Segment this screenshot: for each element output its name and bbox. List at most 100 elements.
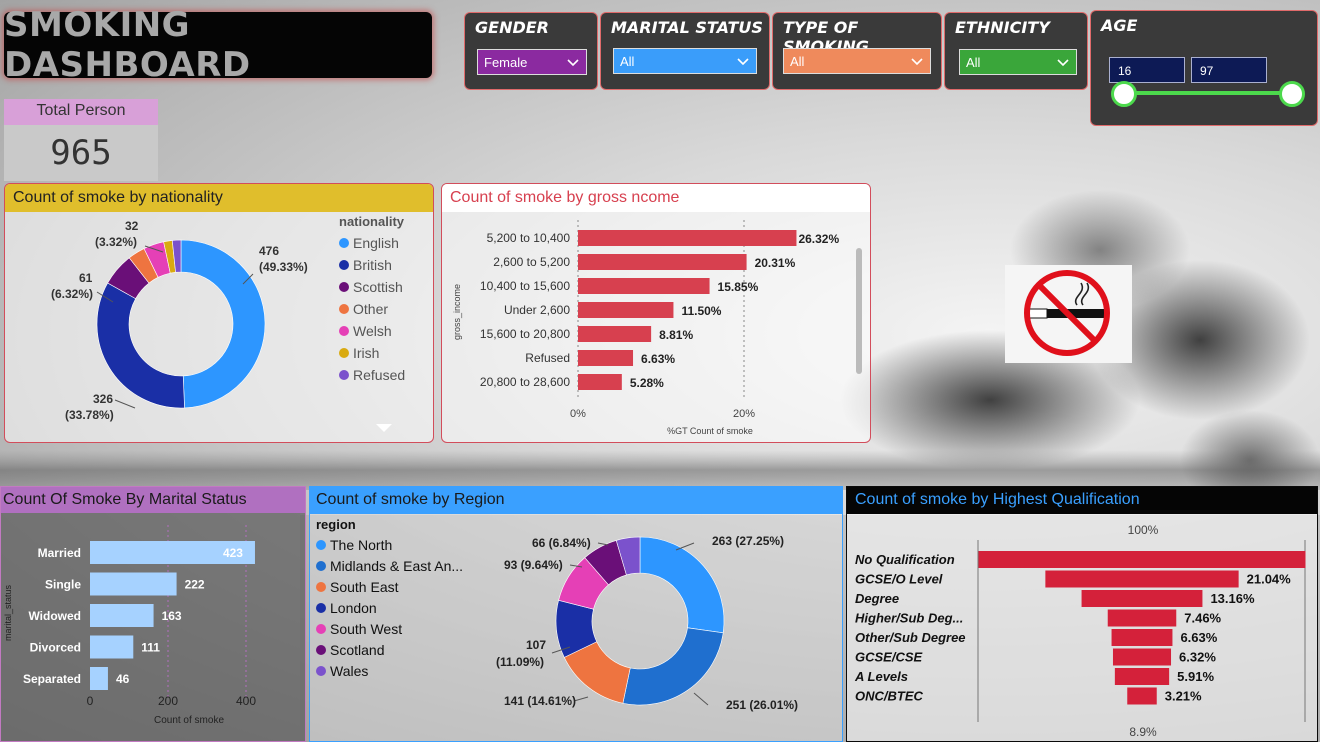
dashboard-title: SMOKING DASHBOARD (4, 5, 251, 85)
ethnicity-dropdown[interactable]: All (959, 49, 1077, 75)
legend-dot-icon (316, 582, 326, 592)
region-label-southeast: 141 (14.61%) (504, 694, 576, 708)
marital-bar-divorced[interactable] (90, 635, 134, 659)
nationality-slice-english[interactable] (180, 239, 266, 409)
marital-value-label: 46 (116, 672, 130, 686)
qualification-bar-gcse-o-level[interactable] (1045, 570, 1239, 588)
qualification-value-label: 6.32% (1179, 650, 1216, 665)
nat-label-other: 32 (125, 219, 139, 233)
income-category-label: 15,600 to 20,800 (480, 327, 570, 341)
income-category-label: 2,600 to 5,200 (493, 255, 570, 269)
region-label-midlands: 251 (26.01%) (726, 698, 798, 712)
income-bar-15-600-to-20-800[interactable] (578, 326, 652, 342)
total-person-value: 965 (4, 125, 158, 181)
smoking-type-dropdown[interactable]: All (783, 48, 931, 74)
income-x-tick-0: 0% (570, 408, 586, 420)
income-category-label: 10,400 to 15,600 (480, 279, 570, 293)
age-slider-min-handle[interactable] (1111, 81, 1137, 107)
qualification-value-label: 7.46% (1184, 611, 1221, 626)
region-legend-item-the-north[interactable]: The North (316, 537, 476, 553)
nationality-legend-title: nationality (339, 214, 405, 229)
marital-bar-widowed[interactable] (90, 604, 154, 627)
nationality-legend-item-refused[interactable]: Refused (339, 367, 431, 383)
nationality-card-header: Count of smoke by nationality (5, 184, 433, 212)
qualification-category-label: Higher/Sub Deg... (855, 611, 963, 626)
marital-card-header: Count Of Smoke By Marital Status (1, 487, 305, 513)
nationality-legend-item-other[interactable]: Other (339, 301, 431, 317)
region-legend-item-south-east[interactable]: South East (316, 579, 476, 595)
qualification-bar-other-sub-degree[interactable] (1111, 629, 1173, 646)
income-bar-refused[interactable] (578, 350, 634, 366)
nationality-legend-item-scottish[interactable]: Scottish (339, 279, 431, 295)
legend-dot-icon (339, 238, 349, 248)
income-y-axis-label: gross_income (452, 284, 462, 340)
marital-status-slicer: MARITAL STATUS All (600, 12, 770, 90)
nationality-legend-item-english[interactable]: English (339, 235, 431, 251)
age-min-input[interactable]: 16 (1109, 57, 1185, 83)
nationality-card: Count of smoke by nationality 476 (49.33… (4, 183, 434, 443)
income-bar-2-600-to-5-200[interactable] (578, 254, 747, 270)
income-category-label: 5,200 to 10,400 (487, 231, 571, 245)
marital-card: Count Of Smoke By Marital Status Married… (0, 486, 306, 742)
marital-value-label: 222 (185, 578, 205, 592)
nationality-slice-british[interactable] (96, 282, 185, 409)
marital-status-dropdown[interactable]: All (613, 48, 757, 74)
marital-bar-separated[interactable] (90, 667, 108, 690)
gender-dropdown[interactable]: Female (477, 49, 587, 75)
marital-status-dropdown-value: All (620, 54, 635, 69)
income-bar-under-2-600[interactable] (578, 302, 674, 318)
nat-label-british: 326 (93, 392, 113, 406)
legend-dot-icon (339, 282, 349, 292)
region-slice-the-north[interactable] (639, 536, 725, 634)
legend-dot-icon (316, 666, 326, 676)
income-category-label: Refused (525, 351, 570, 365)
region-label-southwest: 93 (9.64%) (504, 558, 563, 572)
qualification-value-label: 3.21% (1165, 689, 1202, 704)
region-legend-item-scotland[interactable]: Scotland (316, 642, 476, 658)
age-slider-track[interactable] (1123, 91, 1293, 95)
age-slicer: AGE 16 97 (1090, 10, 1318, 126)
ethnicity-dropdown-value: All (966, 55, 981, 70)
marital-category-label: Married (38, 546, 81, 560)
qualification-card-header: Count of smoke by Highest Qualification (847, 487, 1317, 514)
smoking-type-dropdown-value: All (790, 54, 805, 69)
marital-bar-single[interactable] (90, 572, 177, 596)
nationality-legend-label: Irish (353, 345, 380, 361)
qualification-bar-gcse-cse[interactable] (1112, 648, 1172, 666)
income-category-label: 20,800 to 28,600 (480, 375, 570, 389)
income-card-header: Count of smoke by gross ncome (442, 184, 870, 212)
income-value-label: 11.50% (681, 304, 721, 318)
age-slider-max-handle[interactable] (1279, 81, 1305, 107)
income-value-label: 20.31% (755, 256, 796, 270)
income-bar-5-200-to-10-400[interactable] (578, 230, 797, 246)
nationality-legend-item-irish[interactable]: Irish (339, 345, 431, 361)
region-legend-item-wales[interactable]: Wales (316, 663, 476, 679)
income-scrollbar[interactable] (856, 248, 862, 374)
legend-dot-icon (316, 540, 326, 550)
dashboard-title-box: SMOKING DASHBOARD (4, 5, 432, 85)
qualification-bar-onc-btec[interactable] (1127, 687, 1157, 705)
region-legend-title: region (316, 517, 356, 532)
qualification-top-label: 100% (1128, 523, 1159, 537)
nationality-legend-item-welsh[interactable]: Welsh (339, 323, 431, 339)
qualification-bar-higher-sub-deg[interactable] (1107, 609, 1177, 627)
region-legend-item-midlands-east-an[interactable]: Midlands & East An... (316, 558, 476, 574)
region-slice-midlands-east-an[interactable] (622, 627, 724, 706)
qualification-bar-a-levels[interactable] (1114, 668, 1170, 685)
income-bar-10-400-to-15-600[interactable] (578, 278, 710, 294)
age-max-input[interactable]: 97 (1191, 57, 1267, 83)
gender-slicer: GENDER Female (464, 12, 598, 90)
qualification-bar-degree[interactable] (1081, 590, 1203, 607)
qualification-category-label: GCSE/CSE (855, 650, 923, 665)
nationality-legend-label: Refused (353, 367, 406, 383)
income-value-label: 6.63% (641, 352, 675, 366)
income-x-axis-label: %GT Count of smoke (667, 426, 753, 436)
qualification-bar-no-qualification[interactable] (978, 551, 1306, 568)
region-legend-item-south-west[interactable]: South West (316, 621, 476, 637)
legend-dot-icon (316, 603, 326, 613)
marital-category-label: Widowed (28, 609, 81, 623)
region-legend-item-london[interactable]: London (316, 600, 476, 616)
legend-scroll-down-icon[interactable] (375, 422, 393, 434)
nationality-legend-item-british[interactable]: British (339, 257, 431, 273)
income-bar-20-800-to-28-600[interactable] (578, 374, 622, 390)
